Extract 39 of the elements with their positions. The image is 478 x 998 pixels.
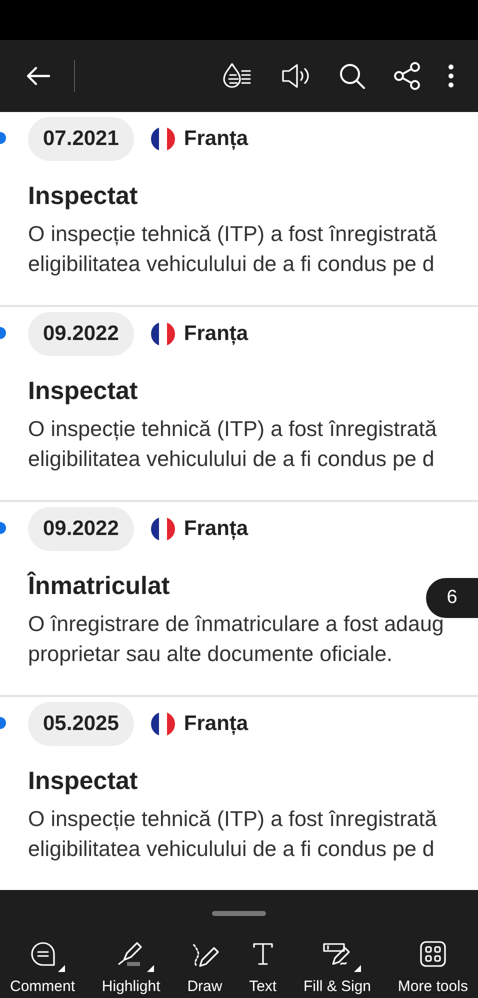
country-label: Franța [184,126,248,152]
share-button[interactable] [392,61,422,91]
text-icon [250,941,275,967]
event-title: Inspectat [28,766,138,796]
event-description: O inspecție tehnică (ITP) a fost înregistrată eligibilitatea vehiculului de a fi condus pe d [28,221,437,278]
date-badge: 07.2021 [28,117,134,161]
event-title: Inspectat [28,376,138,406]
date-badge: 09.2022 [28,312,134,356]
more-options-button[interactable] [448,64,454,88]
tool-button[interactable]: Highlight [102,938,160,998]
comment-icon [28,940,57,968]
read-aloud-button[interactable] [280,62,312,90]
event-title: Inspectat [28,181,138,211]
page-number-badge: 6 [426,578,478,618]
tool-button[interactable]: Fill & Sign [304,938,372,998]
search-icon [338,62,366,90]
back-arrow-icon [25,65,51,87]
flag-icon [150,711,176,737]
search-button[interactable] [338,62,366,90]
more-icon [448,64,454,88]
event-description: O inspecție tehnică (ITP) a fost înregistrată eligibilitatea vehiculului de a fi condus pe d [28,806,437,863]
tool-button[interactable]: More tools [398,938,468,998]
country-label: Franța [184,516,248,542]
drag-handle[interactable] [212,911,266,916]
flag-icon [150,321,176,347]
country-label: Franța [184,321,248,348]
date-badge: 09.2022 [28,507,134,551]
grid-icon [418,940,447,968]
tool-button[interactable]: Text [249,938,277,998]
share-icon [392,61,422,91]
date-badge: 05.2025 [28,702,134,746]
tool-button[interactable]: Draw [187,938,222,998]
speaker-icon [280,62,312,90]
event-title: Înmatriculat [28,571,170,601]
tool-button[interactable]: Comment [10,938,76,998]
flag-icon [150,516,176,542]
country-label: Franța [184,711,248,738]
flag-icon [150,126,176,152]
event-description: O inspecție tehnică (ITP) a fost înregistrată eligibilitatea vehiculului de a fi condus pe d [28,416,437,473]
